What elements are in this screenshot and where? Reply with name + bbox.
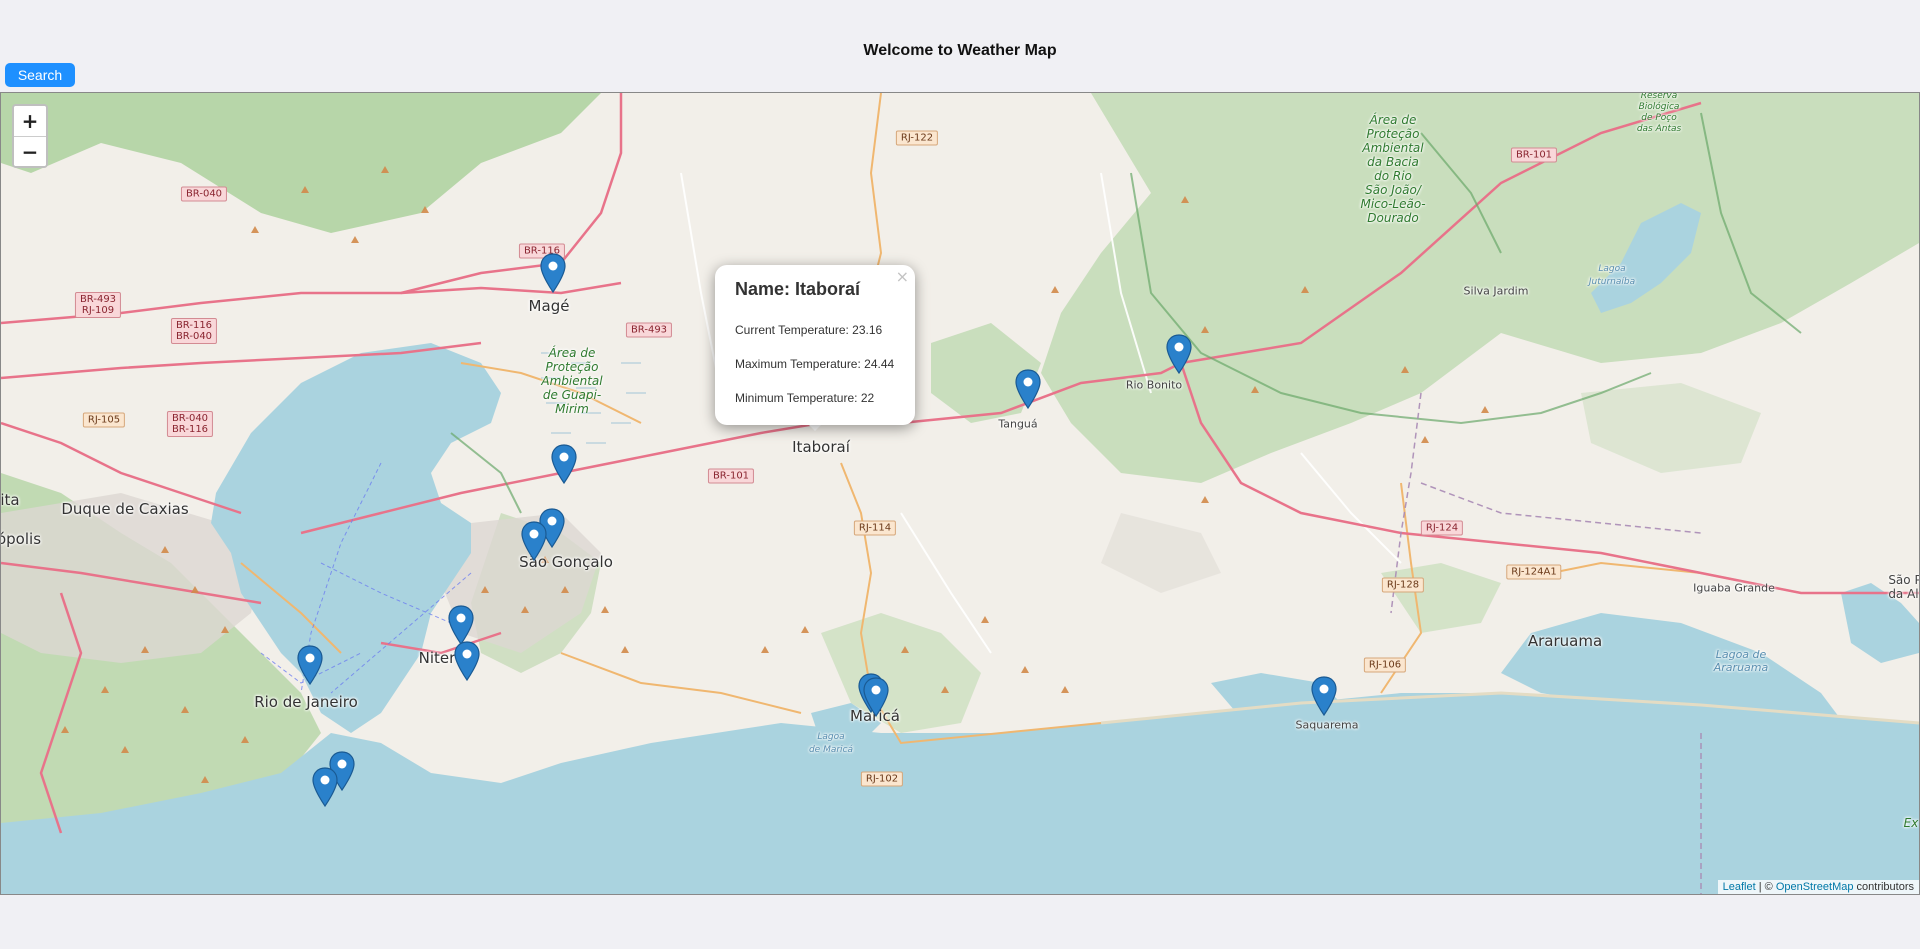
- map-attribution: Leaflet | © OpenStreetMap contributors: [1717, 880, 1919, 894]
- weather-map[interactable]: Área de Proteção Ambiental da Bacia do R…: [0, 92, 1920, 895]
- city-label-araruama: Araruama: [1527, 632, 1603, 650]
- map-marker-tangua[interactable]: [1015, 369, 1041, 409]
- city-label-tangua: Tanguá: [998, 417, 1038, 431]
- map-marker-rio-de-janeiro[interactable]: [297, 645, 323, 685]
- page-title: Welcome to Weather Map: [863, 42, 1057, 59]
- city-label-itaborai: Itaboraí: [792, 438, 850, 456]
- popup-current-temperature: Current Temperature: 23.16: [735, 323, 883, 337]
- road-shield-rj122: RJ-122: [895, 130, 939, 146]
- zoom-in-button[interactable]: +: [14, 106, 46, 136]
- road-shield-br493: BR-493: [625, 322, 673, 338]
- search-button[interactable]: Search: [5, 63, 75, 87]
- road-shield-rj124a1: RJ-124A1: [1506, 564, 1562, 580]
- popup-maximum-temperature: Maximum Temperature: 24.44: [735, 357, 895, 371]
- city-label-duque-de-caxias: Duque de Caxias: [61, 500, 189, 518]
- city-label-iguaba-grande: Iguaba Grande: [1693, 581, 1775, 595]
- map-marker-marica-2[interactable]: [863, 677, 889, 717]
- map-tiles: [1, 93, 1919, 894]
- city-label-niteroi: Niter: [418, 649, 456, 667]
- area-label-ex: Ex: [1903, 816, 1919, 830]
- area-label-apa-guapi: Área de Proteção Ambiental de Guapi- Mir…: [541, 346, 603, 416]
- city-label-saquarema: Saquarema: [1295, 718, 1359, 732]
- map-marker-rio-south-2[interactable]: [312, 767, 338, 807]
- road-shield-rj114: RJ-114: [853, 520, 897, 536]
- map-marker-sao-goncalo-2[interactable]: [521, 521, 547, 561]
- popup-close-button[interactable]: ×: [896, 267, 909, 286]
- attribution-contributors: contributors: [1853, 881, 1914, 893]
- map-marker-saquarema[interactable]: [1311, 676, 1337, 716]
- openstreetmap-link[interactable]: OpenStreetMap: [1776, 881, 1854, 893]
- area-label-apa-bacia: Área de Proteção Ambiental da Bacia do R…: [1360, 113, 1426, 225]
- map-marker-niteroi-1[interactable]: [448, 605, 474, 645]
- road-shield-rj106: RJ-106: [1363, 657, 1407, 673]
- zoom-out-button[interactable]: −: [14, 136, 46, 166]
- road-shield-rj102: RJ-102: [860, 771, 904, 787]
- road-shield-br040-br116: BR-040 BR-116: [166, 411, 214, 437]
- popup-minimum-temperature: Minimum Temperature: 22: [735, 391, 875, 405]
- area-label-lagoa-marica: Lagoa de Maricá: [808, 732, 854, 755]
- road-shield-br101-ne: BR-101: [1510, 147, 1558, 163]
- city-label-sao-p: São P da Al: [1888, 573, 1919, 601]
- city-label-rio-bonito: Rio Bonito: [1125, 378, 1183, 392]
- popup-title: Name: Itaboraí: [735, 279, 861, 299]
- zoom-control: + −: [12, 104, 48, 168]
- map-marker-rio-bonito[interactable]: [1166, 334, 1192, 374]
- road-shield-br116-br040: BR-116 BR-040: [170, 318, 218, 344]
- road-shield-rj105: RJ-105: [82, 412, 126, 428]
- area-label-lagoa-juturnaiba: Lagoa Juturnaíba: [1588, 264, 1636, 287]
- map-marker-mage[interactable]: [540, 253, 566, 293]
- map-marker-guapimirim[interactable]: [551, 444, 577, 484]
- city-label-silva-jardim: Silva Jardim: [1463, 284, 1529, 298]
- leaflet-link[interactable]: Leaflet: [1723, 881, 1756, 893]
- city-label-polis: ópolis: [0, 530, 42, 548]
- road-shield-rj124: RJ-124: [1420, 520, 1464, 536]
- map-marker-niteroi-2[interactable]: [454, 641, 480, 681]
- area-label-reserva: Reserva Biológica de Poço das Antas: [1636, 92, 1682, 134]
- area-label-lagoa-araruama: Lagoa de Araruama: [1713, 648, 1769, 674]
- city-label-ita: ita: [0, 491, 20, 509]
- road-shield-br040: BR-040: [180, 186, 228, 202]
- road-shield-rj128: RJ-128: [1381, 577, 1425, 593]
- city-label-rio-de-janeiro: Rio de Janeiro: [254, 693, 358, 711]
- weather-popup: × Name: Itaboraí Current Temperature: 23…: [715, 265, 915, 425]
- road-shield-br493-rj109: BR-493 RJ-109: [74, 292, 122, 318]
- city-label-mage: Magé: [528, 297, 570, 315]
- road-shield-br101: BR-101: [707, 468, 755, 484]
- attribution-separator: | ©: [1755, 881, 1776, 893]
